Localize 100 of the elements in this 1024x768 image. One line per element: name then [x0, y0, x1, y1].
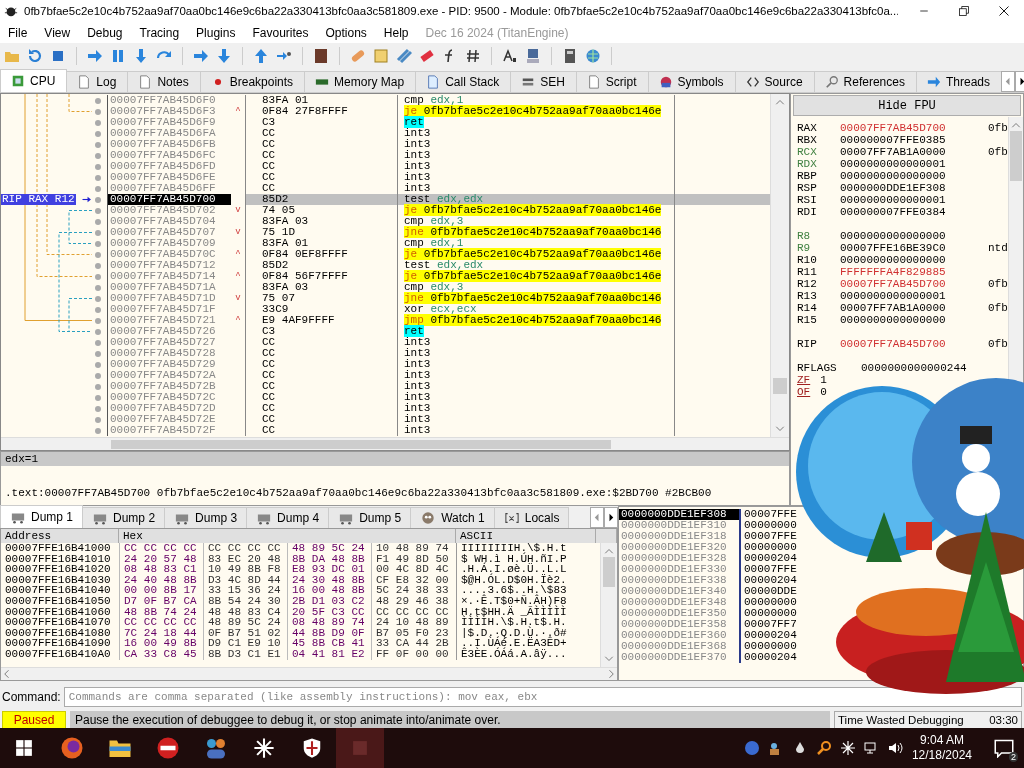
bytes-cell: CC — [245, 414, 397, 425]
address-cell: 00007FF7AB45D6FC — [107, 150, 231, 161]
register-value[interactable]: 0000000000000000 — [840, 230, 988, 242]
hex-cell: F1 49 8D 50 — [371, 553, 456, 565]
register-value[interactable]: 000000007FFE0385 — [840, 134, 988, 146]
instruction-cell: int3 — [397, 337, 675, 348]
hex-cell: 16 00 49 8B — [119, 638, 203, 649]
bytes-cell: CC — [245, 128, 397, 139]
address-cell: 00007FF7AB45D6FA — [107, 128, 231, 139]
address-cell-text: 0000000DDE1EF330 — [620, 564, 728, 575]
address-cell-text: 0000000DDE1EF370 — [620, 652, 728, 663]
column-header[interactable]: ASCII — [456, 529, 596, 543]
register-value[interactable]: 00007FF7AB1A0000 — [840, 146, 988, 158]
address-cell-text: 00007FFE16B41040 — [4, 585, 112, 596]
hex-cell: 2B D1 03 C2 — [287, 595, 371, 607]
bytes-cell: CC — [245, 172, 397, 183]
register-value[interactable]: FFFFFFFA4F829885 — [840, 266, 988, 278]
notification-count: 2 — [1009, 752, 1018, 762]
command-input[interactable]: Commands are comma separated (like assembly instructions): mov eax, ebx — [63, 687, 1022, 707]
tab[interactable]: Log — [66, 71, 129, 92]
bytes-cell: 0F84 27F8FFFF — [245, 106, 397, 117]
menu-item[interactable]: Debug — [81, 25, 129, 40]
bytes-cell: CC — [245, 425, 397, 436]
instruction-cell: jne 0fb7bfae5c2e10c4b752aa9af70aa0bc146 — [397, 293, 675, 304]
register-value[interactable]: 0000000000000001 — [840, 158, 988, 170]
register-name: RDI — [797, 206, 818, 218]
tab[interactable]: Dump 4 — [246, 507, 330, 528]
flag-name: ZF — [797, 374, 811, 386]
hex-cell: 83 EC 20 48 — [203, 553, 287, 565]
register-value[interactable]: 0000000DDE1EF308 — [840, 182, 988, 194]
tab[interactable]: References — [813, 71, 917, 92]
address-cell: 00007FF7AB45D729 — [107, 359, 231, 370]
register-value[interactable]: 0000000000000244 — [861, 362, 1008, 374]
hex-cell: D3 4C 8D 44 — [203, 574, 287, 586]
instruction-cell: int3 — [397, 128, 675, 139]
menu-item[interactable]: Options — [319, 25, 373, 40]
address-cell-text: 0000000DDE1EF340 — [620, 586, 728, 597]
tab[interactable]: Watch 1 — [410, 507, 495, 528]
address-cell: 00007FF7AB45D71D — [107, 293, 231, 304]
tab[interactable]: Locals — [493, 507, 570, 528]
tab[interactable]: Dump 5 — [328, 507, 412, 528]
tab[interactable]: Script — [575, 71, 649, 92]
tab[interactable]: Dump 3 — [164, 507, 248, 528]
register-value[interactable]: 000000007FFE0384 — [840, 206, 988, 218]
tab[interactable]: Dump 1 — [0, 505, 84, 528]
hex-cell: FF 0F 00 00 — [371, 648, 456, 660]
tab[interactable]: Threads — [915, 71, 1002, 92]
hex-cell: CC CC CC CC — [203, 543, 287, 554]
bytes-cell: 83FA 01 — [245, 238, 397, 249]
register-value[interactable]: 00007FF7AB45D700 — [840, 278, 988, 290]
tab[interactable]: Source — [734, 71, 815, 92]
hex-cell: 20 5F C3 CC — [287, 606, 371, 618]
register-value[interactable]: 00007FF7AB45D700 — [840, 122, 988, 134]
bytes-cell: 83FA 03 — [245, 216, 397, 227]
address-cell-text: 0000000DDE1EF310 — [620, 520, 728, 531]
menu-item[interactable]: Plugins — [190, 25, 242, 40]
tab[interactable]: CPU — [0, 69, 68, 92]
timer-value: 03:30 — [989, 713, 1018, 728]
ascii-cell: ×.·Ê.T$0+Ñ.ÂH)F8 — [456, 595, 596, 607]
tab[interactable]: Memory Map — [304, 71, 417, 92]
address-cell: 00007FF7AB45D6FE — [107, 172, 231, 183]
register-value[interactable]: 0000000000000001 — [840, 290, 988, 302]
address-cell-text: 00007FFE16B41010 — [4, 553, 112, 565]
register-comment: 0fb — [988, 338, 1008, 350]
flag-value[interactable]: 0 — [820, 386, 827, 398]
bytes-cell: 85D2 — [245, 260, 397, 271]
tab[interactable]: Notes — [127, 71, 201, 92]
address-cell: 00007FF7AB45D702 — [107, 205, 231, 216]
hex-cell: 48 8B 74 24 — [119, 606, 203, 618]
address-cell-text: 0000000DDE1EF368 — [620, 641, 728, 652]
column-header[interactable]: Address — [1, 529, 119, 543]
tab[interactable]: Symbols — [647, 71, 736, 92]
tab[interactable]: Breakpoints — [199, 71, 306, 92]
address-cell: 0000000DDE1EF308 — [619, 509, 739, 520]
jump-direction-mark: ^ — [234, 106, 242, 117]
register-value[interactable]: 0000000000000001 — [840, 194, 988, 206]
hex-cell: 0F B7 51 02 — [203, 627, 287, 639]
menu-item[interactable]: Help — [377, 25, 415, 40]
tab[interactable]: SEH — [510, 71, 577, 92]
hide-fpu-button[interactable]: Hide FPU — [793, 95, 1021, 116]
menu-item[interactable]: File — [2, 25, 34, 40]
tab[interactable]: Call Stack — [415, 71, 512, 92]
hex-cell: 04 41 81 E2 — [287, 648, 371, 660]
register-value[interactable]: 00007FF7AB1A0000 — [840, 302, 988, 314]
register-name: R15 — [797, 314, 818, 326]
register-value[interactable]: 00007FFE16BE39C0 — [840, 242, 988, 254]
tab[interactable]: Dump 2 — [82, 507, 166, 528]
clock-time: 9:04 AM — [919, 733, 964, 748]
instruction-cell: int3 — [397, 139, 675, 150]
menu-item[interactable]: View — [38, 25, 77, 40]
register-value[interactable]: 0000000000000000 — [840, 254, 988, 266]
bytes-cell: 85D2 — [245, 194, 397, 205]
instruction-cell: int3 — [397, 150, 675, 161]
register-value[interactable]: 0000000000000000 — [840, 314, 988, 326]
menu-item[interactable]: Favourites — [246, 25, 315, 40]
register-value[interactable]: 00007FF7AB45D700 — [840, 338, 988, 350]
register-value[interactable]: 0000000000000000 — [840, 170, 988, 182]
flag-value[interactable]: 1 — [820, 374, 827, 386]
menu-item[interactable]: Tracing — [133, 25, 186, 40]
column-header[interactable]: Hex — [119, 529, 456, 543]
